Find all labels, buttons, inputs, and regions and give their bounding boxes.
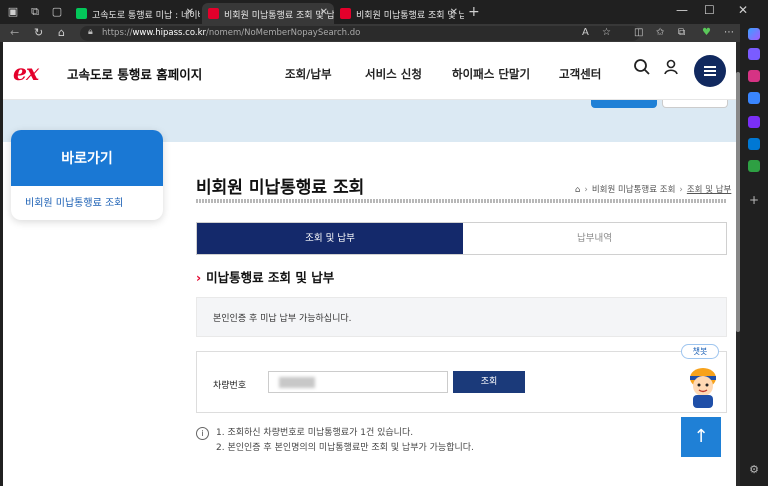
tab-actions-icon[interactable]: ▢ [50,5,64,19]
site-header: ex 고속도로 통행료 홈페이지 조회/납부 서비스 신청 하이패스 단말기 고… [3,42,736,100]
nav-customer-center[interactable]: 고객센터 [559,66,601,82]
naver-favicon-icon [76,8,87,19]
scrollbar-thumb[interactable] [736,72,740,332]
search-icon[interactable] [631,58,653,80]
tools-icon[interactable] [748,92,760,104]
banner-button-primary[interactable] [591,100,657,108]
url-host: www.hipass.co.kr [132,28,207,38]
tab-payment-history[interactable]: 납부내역 [463,223,726,254]
vehicle-search-form: 차량번호 조회 [196,351,727,413]
close-window-button[interactable]: ✕ [738,3,748,17]
copilot-icon[interactable] [748,28,760,40]
section-title: › 미납통행료 조회 및 납부 [196,267,334,286]
breadcrumb-current[interactable]: 조회 및 납부 [687,185,732,195]
refresh-icon[interactable]: ↻ [34,26,43,39]
url-prefix: https:// [102,28,133,38]
lock-icon: 🔒︎ [88,27,93,37]
home-icon[interactable]: ⌂ [575,185,580,195]
info-line-1: 1. 조회하신 차량번호로 미납통행료가 1건 있습니다. [216,428,414,438]
banner-button-secondary[interactable] [662,100,728,108]
url-path: /nomem/NoMemberNopaySearch.do [206,28,361,38]
scroll-top-button[interactable]: ↑ [681,417,721,457]
all-menu-button[interactable] [694,55,726,87]
user-login-icon[interactable] [661,58,683,80]
browser-tab-bar: ▣ ⧉ ▢ 고속도로 통행료 미납 : 네이버 통 ✕ 비회원 미납통행료 조회… [0,0,768,24]
drop-icon[interactable] [748,160,760,172]
more-menu-icon[interactable]: ⋯ [724,27,734,38]
tab-close-icon[interactable]: ✕ [450,7,458,18]
vehicle-number-label: 차량번호 [213,381,247,391]
hipass-favicon-icon [340,8,351,19]
tab-close-icon[interactable]: ✕ [186,7,194,18]
notice-box: 본인인증 후 미납 납부 가능하십니다. [196,297,727,337]
nav-hipass-device[interactable]: 하이패스 단말기 [452,66,530,82]
hamburger-line [704,70,716,72]
shopping-icon[interactable] [748,70,760,82]
redacted-value [279,377,315,388]
tab-inquiry-payment[interactable]: 조회 및 납부 [197,223,463,254]
nav-inquiry-payment[interactable]: 조회/납부 [285,66,332,82]
quick-nav-item[interactable]: 비회원 미납통행료 조회 [11,186,163,209]
breadcrumb: ⌂ › 비회원 미납통행료 조회 › 조회 및 납부 [575,183,731,195]
back-icon[interactable]: ← [10,26,19,39]
games-icon[interactable] [748,116,760,128]
add-sidebar-icon[interactable]: + [748,194,760,206]
browser-tab-active[interactable]: 비회원 미납통행료 조회 및 납부 ✕ [202,3,334,24]
vehicle-number-input[interactable] [268,371,448,393]
breadcrumb-separator: › [679,185,683,195]
chatbot-mascot-icon[interactable] [683,364,723,410]
workspaces-icon[interactable]: ⧉ [28,5,42,19]
favorites-icon[interactable]: ✩ [656,27,664,38]
page-viewport: ex 고속도로 통행료 홈페이지 조회/납부 서비스 신청 하이패스 단말기 고… [3,42,736,486]
outlook-icon[interactable] [748,138,760,150]
read-aloud-icon[interactable]: A [582,27,589,38]
page-title: 비회원 미납통행료 조회 [196,178,365,198]
title-divider [196,199,727,203]
hamburger-line [704,74,716,76]
sidebar-settings-icon[interactable]: ⚙ [748,464,760,476]
browser-tab-hipass[interactable]: 비회원 미납통행료 조회 및 납부 ✕ [334,3,464,24]
url-bar[interactable]: 🔒︎ https://www.hipass.co.kr/nomem/NoMemb… [80,26,640,41]
hipass-favicon-icon [208,8,219,19]
nav-service-apply[interactable]: 서비스 신청 [365,66,422,82]
tab-close-icon[interactable]: ✕ [320,7,328,18]
chatbot-label[interactable]: 챗봇 [681,344,719,359]
page-scrollbar[interactable] [736,42,740,486]
site-logo-text[interactable]: 고속도로 통행료 홈페이지 [67,64,202,83]
browser-sidebar: + ⚙ [740,24,768,486]
info-icon: i [196,427,209,440]
section-title-text: 미납통행료 조회 및 납부 [206,270,335,285]
tab-title: 고속도로 통행료 미납 : 네이버 통 [92,11,200,21]
search-sidebar-icon[interactable] [748,48,760,60]
new-tab-button[interactable]: + [468,4,480,20]
home-icon[interactable]: ⌂ [58,26,65,39]
quick-nav-title: 바로가기 [11,130,163,186]
ex-logo[interactable]: ex [13,60,39,86]
browser-essentials-icon[interactable]: ♥ [702,27,711,38]
address-toolbar: ← ↻ ⌂ 🔒︎ https://www.hipass.co.kr/nomem/… [0,24,740,42]
content-tabs: 조회 및 납부 납부내역 [196,222,727,255]
maximize-button[interactable]: ☐ [704,3,715,17]
breadcrumb-separator: › [584,185,588,195]
search-button[interactable]: 조회 [453,371,525,393]
split-screen-icon[interactable]: ◫ [634,27,643,38]
info-notes: i 1. 조회하신 차량번호로 미납통행료가 1건 있습니다. 2. 본인인증 … [196,426,474,456]
collections-icon[interactable]: ⧉ [678,27,685,38]
hamburger-icon [704,66,716,68]
chevron-right-icon: › [196,270,202,285]
breadcrumb-item[interactable]: 비회원 미납통행료 조회 [592,185,676,195]
quick-nav-panel: 바로가기 비회원 미납통행료 조회 [11,130,163,220]
minimize-button[interactable]: — [676,3,688,17]
info-line-2: 2. 본인인증 후 본인명의의 미납통행료만 조회 및 납부가 가능합니다. [216,443,474,453]
tab-title: 비회원 미납통행료 조회 및 납부 [224,11,334,21]
tab-title: 비회원 미납통행료 조회 및 납부 [356,11,464,21]
profile-icon[interactable]: ▣ [6,5,20,19]
favorite-star-icon[interactable]: ☆ [602,27,611,38]
browser-tab-naver[interactable]: 고속도로 통행료 미납 : 네이버 통 ✕ [70,3,200,24]
